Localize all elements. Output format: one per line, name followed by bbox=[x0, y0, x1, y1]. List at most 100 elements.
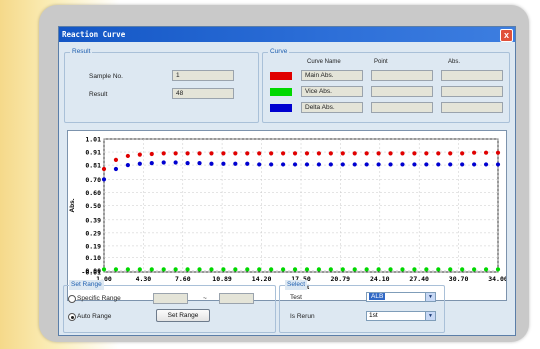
data-point-series-2 bbox=[472, 162, 477, 167]
data-point-series-1 bbox=[173, 267, 178, 272]
data-point-series-0 bbox=[400, 151, 405, 156]
data-point-series-0 bbox=[495, 150, 501, 155]
auto-range-radio[interactable] bbox=[68, 313, 76, 321]
data-point-series-2 bbox=[221, 161, 226, 166]
data-point-series-2 bbox=[364, 162, 369, 167]
data-point-series-2 bbox=[161, 160, 166, 165]
data-point-series-0 bbox=[352, 151, 357, 156]
chevron-down-icon: ▼ bbox=[425, 293, 435, 301]
data-point-series-1 bbox=[495, 267, 501, 272]
range-from-field[interactable] bbox=[153, 293, 188, 304]
is-rerun-dropdown-value: 1st bbox=[369, 312, 378, 319]
data-point-series-0 bbox=[149, 151, 154, 157]
test-dropdown-value: ALB bbox=[369, 293, 386, 300]
data-point-series-1 bbox=[125, 267, 130, 272]
curve-group-label: Curve bbox=[268, 47, 290, 57]
y-tick-label: 0.19 bbox=[85, 242, 101, 250]
y-tick-label: 1.01 bbox=[85, 136, 101, 144]
test-label: Test bbox=[290, 294, 302, 301]
result-label: Result bbox=[89, 91, 108, 98]
test-dropdown[interactable]: ALB ▼ bbox=[366, 292, 436, 302]
vice-abs-point-field bbox=[371, 86, 433, 97]
is-rerun-dropdown[interactable]: 1st ▼ bbox=[366, 311, 436, 321]
data-point-series-1 bbox=[460, 267, 465, 272]
range-to-field[interactable] bbox=[219, 293, 254, 304]
data-point-series-1 bbox=[101, 267, 107, 272]
data-point-series-1 bbox=[245, 267, 250, 272]
data-point-series-2 bbox=[483, 162, 489, 167]
vice-abs-name-field: Vice Abs. bbox=[301, 86, 363, 97]
x-tick-label: 30.70 bbox=[449, 275, 469, 283]
x-tick-label: 34.00 bbox=[488, 275, 506, 283]
title-bar: Reaction Curve x bbox=[59, 27, 515, 42]
data-point-series-0 bbox=[173, 151, 178, 156]
result-field[interactable]: 48 bbox=[172, 88, 234, 99]
x-tick-label: 4.30 bbox=[136, 275, 152, 283]
data-point-series-0 bbox=[257, 151, 262, 156]
chart-svg: 1.01 0.91 0.81 0.70 0.60 0.50 0.39 0.29 0.19 0.10… bbox=[69, 136, 508, 292]
data-point-series-2 bbox=[292, 162, 298, 167]
data-point-series-1 bbox=[472, 267, 477, 272]
data-point-series-0 bbox=[185, 151, 190, 156]
data-point-series-0 bbox=[340, 151, 345, 156]
delta-abs-value-field bbox=[441, 102, 503, 113]
y-tick-label: 0.10 bbox=[85, 254, 101, 262]
sample-no-field[interactable]: 1 bbox=[172, 70, 234, 81]
data-point-series-2 bbox=[257, 162, 262, 167]
data-point-series-2 bbox=[388, 162, 393, 167]
data-point-series-2 bbox=[352, 162, 357, 167]
close-button[interactable]: x bbox=[500, 29, 513, 42]
data-point-series-2 bbox=[125, 162, 130, 168]
vice-abs-swatch bbox=[270, 88, 292, 96]
data-point-series-2 bbox=[173, 160, 178, 165]
data-point-series-0 bbox=[197, 151, 202, 156]
y-tick-label: 0.50 bbox=[85, 202, 101, 210]
data-point-series-1 bbox=[161, 267, 166, 272]
specific-range-radio[interactable] bbox=[68, 295, 76, 303]
y-tick-label: 0.91 bbox=[85, 149, 101, 157]
data-point-series-0 bbox=[460, 151, 465, 156]
set-range-button[interactable]: Set Range bbox=[156, 309, 210, 322]
data-point-series-2 bbox=[304, 162, 310, 167]
data-point-series-2 bbox=[269, 162, 274, 167]
x-tick-label: 20.79 bbox=[330, 275, 350, 283]
data-point-series-0 bbox=[483, 150, 489, 155]
data-point-series-0 bbox=[221, 151, 226, 156]
point-header: Point bbox=[374, 59, 388, 65]
y-axis-label: Abs. bbox=[69, 198, 76, 212]
data-point-series-0 bbox=[328, 151, 333, 156]
data-point-series-1 bbox=[436, 267, 441, 272]
data-point-series-0 bbox=[472, 150, 477, 155]
data-point-series-1 bbox=[483, 267, 489, 272]
result-group: Result Sample No. 1 Result 48 bbox=[64, 47, 259, 123]
data-point-series-0 bbox=[304, 151, 310, 156]
data-point-series-1 bbox=[424, 267, 429, 272]
data-point-series-0 bbox=[137, 152, 142, 157]
data-point-series-2 bbox=[185, 161, 190, 166]
y-tick-label: 0.70 bbox=[85, 176, 101, 184]
data-point-series-0 bbox=[364, 151, 369, 156]
curve-group: Curve Curve Name Point Abs. Main Abs. Vi… bbox=[262, 47, 510, 123]
data-point-series-1 bbox=[209, 267, 214, 272]
data-point-series-2 bbox=[328, 162, 333, 167]
y-tick-label: 0.81 bbox=[85, 162, 101, 170]
data-point-series-2 bbox=[400, 162, 405, 167]
main-abs-point-field bbox=[371, 70, 433, 81]
data-point-series-1 bbox=[280, 267, 286, 272]
data-point-series-1 bbox=[137, 267, 142, 272]
data-point-series-1 bbox=[316, 267, 322, 272]
data-point-series-0 bbox=[245, 151, 250, 156]
range-separator: ~ bbox=[203, 295, 207, 302]
main-abs-name-field: Main Abs. bbox=[301, 70, 363, 81]
window-title: Reaction Curve bbox=[62, 30, 126, 39]
data-point-series-1 bbox=[412, 267, 417, 272]
data-point-series-0 bbox=[436, 151, 441, 156]
data-point-series-2 bbox=[316, 162, 322, 167]
data-point-series-0 bbox=[233, 151, 238, 156]
x-tick-label: 14.20 bbox=[252, 275, 272, 283]
data-point-series-0 bbox=[269, 151, 274, 156]
data-point-series-0 bbox=[376, 151, 381, 156]
abs-header: Abs. bbox=[448, 59, 461, 65]
data-point-series-2 bbox=[113, 166, 119, 172]
x-tick-label: 7.60 bbox=[175, 275, 191, 283]
